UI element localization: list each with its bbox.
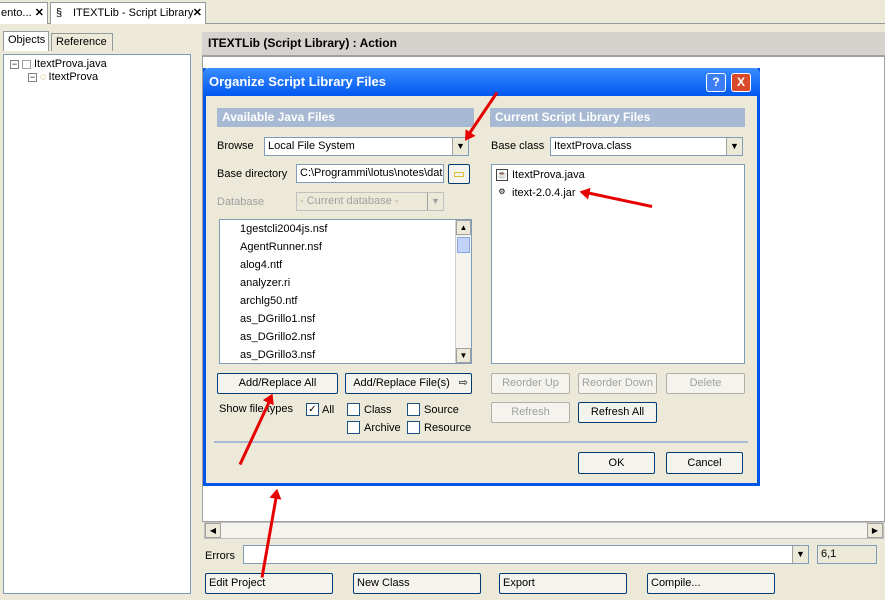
base-class-dropdown[interactable]: ItextProva.class ▼ [550, 137, 743, 156]
refresh-all-button[interactable]: Refresh All [578, 402, 657, 423]
browse-label: Browse [217, 140, 254, 152]
add-replace-all-button[interactable]: Add/Replace All [217, 373, 338, 394]
checkbox-resource[interactable] [407, 421, 420, 434]
close-icon[interactable]: ✕ [35, 3, 44, 23]
scroll-thumb[interactable] [457, 237, 470, 253]
help-button[interactable]: ? [706, 73, 726, 92]
checkbox-resource-label: Resource [424, 422, 472, 434]
tab-label: ITEXTLib - Script Library [73, 7, 194, 19]
tab-previous-document[interactable]: ento... ✕ [0, 2, 48, 24]
object-tree: − ItextProva.java − ◌ ItextProva [3, 54, 191, 594]
chevron-down-icon[interactable]: ▼ [726, 138, 742, 155]
collapse-icon[interactable]: − [28, 72, 37, 82]
compile-button[interactable]: Compile... [647, 573, 775, 594]
list-item[interactable]: ☕ ItextProva.java [496, 167, 585, 183]
add-replace-files-button[interactable]: Add/Replace File(s) ⇨ [345, 373, 472, 394]
database-dropdown: - Current database - ▼ [296, 192, 444, 211]
browse-dropdown[interactable]: Local File System ▼ [264, 137, 469, 156]
tab-label: ento... [1, 7, 32, 19]
cancel-button[interactable]: Cancel [666, 452, 743, 474]
show-file-types-label: Show file types [219, 403, 293, 415]
scroll-left-icon[interactable]: ◀ [205, 523, 221, 538]
scroll-down-icon[interactable]: ▼ [456, 348, 471, 363]
arrow-right-icon: ⇨ [458, 377, 468, 389]
reorder-up-button[interactable]: Reorder Up [491, 373, 570, 394]
java-file-icon: ☕ [496, 169, 508, 182]
file-name: itext-2.0.4.jar [512, 187, 576, 199]
list-item[interactable]: ⚙ itext-2.0.4.jar [496, 185, 576, 201]
cursor-position: 6,1 [817, 545, 877, 564]
checkbox-archive-label: Archive [364, 422, 401, 434]
list-item[interactable]: AgentRunner.nsf [240, 239, 322, 255]
chevron-down-icon[interactable]: ▼ [792, 546, 808, 563]
close-button[interactable]: X [731, 73, 751, 92]
tab-reference[interactable]: Reference [51, 33, 113, 51]
tab-script-library[interactable]: § ITEXTLib - Script Library ✕ [50, 2, 206, 24]
file-name: ItextProva.java [512, 169, 585, 181]
available-files-header: Available Java Files [217, 108, 474, 127]
checkbox-archive[interactable] [347, 421, 360, 434]
list-item[interactable]: as_DGrillo2.nsf [240, 329, 315, 345]
current-files-list[interactable]: ☕ ItextProva.java ⚙ itext-2.0.4.jar [491, 164, 745, 364]
checkbox-all[interactable]: ✓ [306, 403, 319, 416]
script-icon: § [56, 7, 63, 19]
tab-objects[interactable]: Objects [3, 31, 49, 51]
tree-item-itextprova-java[interactable]: − ItextProva.java [10, 58, 107, 70]
file-icon [22, 59, 31, 69]
base-directory-label: Base directory [217, 168, 288, 180]
errors-dropdown[interactable]: ▼ [243, 545, 809, 564]
tree-item-label: ItextProva.java [34, 58, 107, 70]
edit-project-button[interactable]: Edit Project [205, 573, 333, 594]
jar-file-icon: ⚙ [496, 187, 508, 200]
tree-item-label: ItextProva [48, 71, 99, 83]
browse-value: Local File System [268, 140, 355, 152]
editor-header: ITEXTLib (Script Library) : Action [202, 32, 885, 56]
reorder-down-button[interactable]: Reorder Down [578, 373, 657, 394]
checkbox-source[interactable] [407, 403, 420, 416]
checkbox-class[interactable] [347, 403, 360, 416]
base-class-value: ItextProva.class [554, 140, 632, 152]
tree-item-itextprova[interactable]: − ◌ ItextProva [28, 71, 98, 83]
scroll-up-icon[interactable]: ▲ [456, 220, 471, 235]
delete-button[interactable]: Delete [666, 373, 745, 394]
new-class-button[interactable]: New Class [353, 573, 481, 594]
dialog-title: Organize Script Library Files [209, 74, 386, 89]
scroll-right-icon[interactable]: ▶ [867, 523, 883, 538]
list-item[interactable]: 1gestcli2004js.nsf [240, 221, 327, 237]
vertical-scrollbar[interactable]: ▲ ▼ [455, 220, 471, 363]
class-icon: ◌ [40, 71, 47, 83]
chevron-down-icon: ▼ [427, 193, 443, 210]
dialog-titlebar[interactable]: Organize Script Library Files ? X [203, 68, 760, 96]
available-files-list[interactable]: 1gestcli2004js.nsf AgentRunner.nsf alog4… [219, 219, 472, 364]
close-icon[interactable]: ✕ [193, 3, 202, 23]
database-label: Database [217, 196, 265, 208]
button-label: Add/Replace File(s) [353, 377, 450, 389]
folder-icon[interactable]: ▭ [448, 164, 470, 184]
list-item[interactable]: as_DGrillo3.nsf [240, 347, 315, 363]
database-value: - Current database - [300, 195, 399, 207]
current-files-header: Current Script Library Files [490, 108, 745, 127]
errors-label: Errors [205, 550, 235, 562]
ok-button[interactable]: OK [578, 452, 655, 474]
refresh-button[interactable]: Refresh [491, 402, 570, 423]
base-class-label: Base class [491, 140, 545, 152]
list-item[interactable]: alog4.ntf [240, 257, 282, 273]
dialog-divider [214, 441, 748, 443]
list-item[interactable]: as_DGrillo1.nsf [240, 311, 315, 327]
list-item[interactable]: analyzer.ri [240, 275, 290, 291]
base-directory-input[interactable]: C:\Programmi\lotus\notes\dat [296, 164, 444, 183]
export-button[interactable]: Export [499, 573, 627, 594]
checkbox-all-label: All [322, 404, 335, 416]
horizontal-scrollbar[interactable]: ◀ ▶ [204, 522, 884, 539]
collapse-icon[interactable]: − [10, 59, 19, 69]
checkbox-class-label: Class [364, 404, 392, 416]
list-item[interactable]: archlg50.ntf [240, 293, 297, 309]
checkbox-source-label: Source [424, 404, 459, 416]
